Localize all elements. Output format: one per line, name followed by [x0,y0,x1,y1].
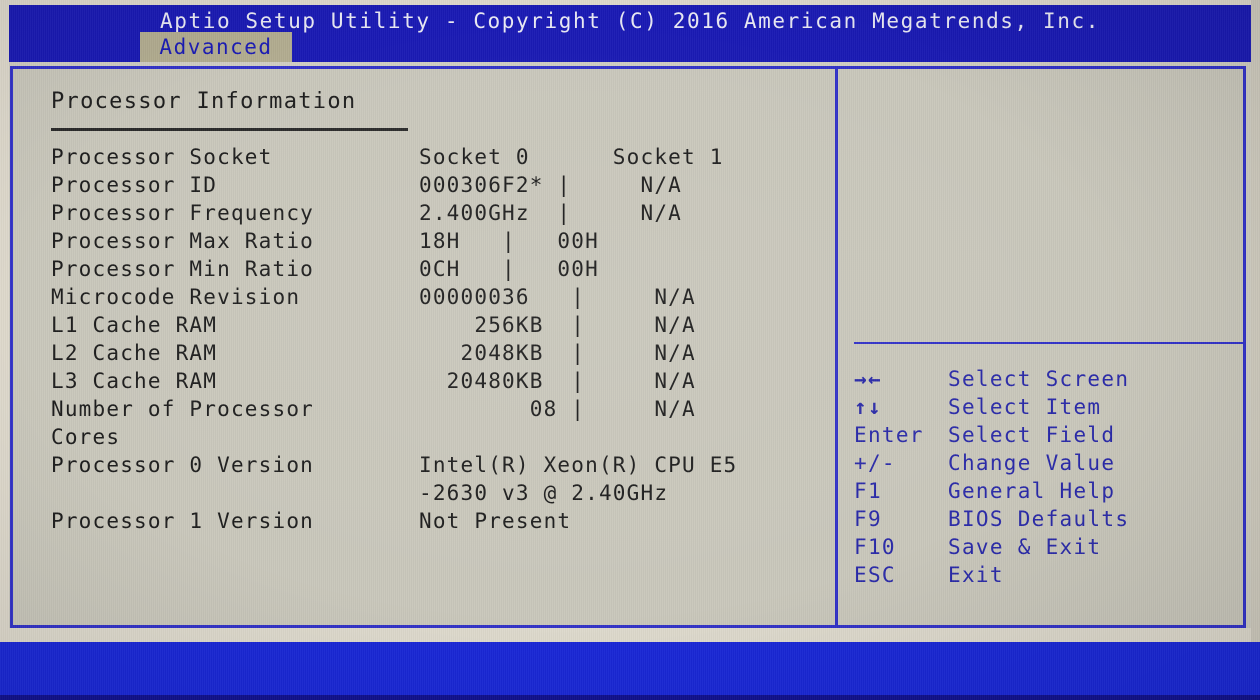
help-separator [854,342,1243,344]
footer-edge [0,695,1260,700]
left-right-arrow-icon: →← [854,367,882,391]
help-description: Select Field [948,423,1116,447]
processor-info-label: Cores [51,425,121,449]
processor-info-row: -2630 v3 @ 2.40GHz [13,479,835,507]
help-row: ↑↓ Select Item [838,393,1243,421]
processor-info-value: 20480KB | N/A [419,369,696,393]
processor-info-value: 00000036 | N/A [419,285,696,309]
help-panel: →← Select Screen ↑↓ Select Item Enter Select … [838,69,1243,625]
processor-info-label: L3 Cache RAM [51,369,218,393]
help-description: Change Value [948,451,1116,475]
processor-info-row: Processor Frequency 2.400GHz | N/A [13,199,835,227]
processor-information-panel: Processor Information Processor Socket So… [13,69,835,625]
processor-info-value: Socket 0 Socket 1 [419,145,724,169]
help-row: F1 General Help [838,477,1243,505]
help-row: F10 Save & Exit [838,533,1243,561]
processor-info-row: Cores [13,423,835,451]
processor-info-rows: Processor Socket Socket 0 Socket 1 Process… [13,143,835,535]
esc-key-icon: ESC [854,563,896,587]
processor-info-value: 256KB | N/A [419,313,696,337]
footer-bar [0,642,1260,697]
processor-info-row: Number of Processor 08 | N/A [13,395,835,423]
processor-info-row: Processor ID 000306F2* | N/A [13,171,835,199]
processor-info-row: L1 Cache RAM 256KB | N/A [13,311,835,339]
footer-gap [9,628,1251,642]
help-row: F9 BIOS Defaults [838,505,1243,533]
processor-info-row: Processor Socket Socket 0 Socket 1 [13,143,835,171]
help-row: Enter Select Field [838,421,1243,449]
processor-info-row: Processor 0 Version Intel(R) Xeon(R) CPU … [13,451,835,479]
processor-info-label: Processor Max Ratio [51,229,315,253]
screen-bezel-left [0,0,9,700]
processor-info-row: Processor 1 Version Not Present [13,507,835,535]
f9-key-icon: F9 [854,507,882,531]
processor-info-label: Processor Frequency [51,201,315,225]
processor-info-label: Processor Min Ratio [51,257,315,281]
processor-info-row: Processor Min Ratio 0CH | 00H [13,255,835,283]
processor-info-value: -2630 v3 @ 2.40GHz [419,481,669,505]
f10-key-icon: F10 [854,535,896,559]
processor-info-label: Processor 0 Version [51,453,315,477]
processor-info-value: 2048KB | N/A [419,341,696,365]
help-description: BIOS Defaults [948,507,1130,531]
window-title: Aptio Setup Utility - Copyright (C) 2016… [159,9,1101,33]
processor-info-label: L2 Cache RAM [51,341,218,365]
up-down-arrow-icon: ↑↓ [854,395,882,419]
processor-info-value: 000306F2* | N/A [419,173,683,197]
help-row: ESC Exit [838,561,1243,589]
screen-bezel-right [1251,0,1260,700]
section-underline [51,128,408,131]
processor-info-value: 0CH | 00H [419,257,599,281]
help-description: Save & Exit [948,535,1102,559]
processor-info-row: L2 Cache RAM 2048KB | N/A [13,339,835,367]
processor-info-value: 08 | N/A [419,397,696,421]
processor-info-row: Processor Max Ratio 18H | 00H [13,227,835,255]
help-description: General Help [948,479,1116,503]
help-row: +/- Change Value [838,449,1243,477]
help-description: Select Item [948,395,1102,419]
processor-info-value: Not Present [419,509,572,533]
processor-info-row: L3 Cache RAM 20480KB | N/A [13,367,835,395]
enter-key-icon: Enter [854,423,924,447]
processor-info-label: Processor ID [51,173,218,197]
plus-minus-key-icon: +/- [854,451,896,475]
processor-info-value: Intel(R) Xeon(R) CPU E5 [419,453,738,477]
bios-setup-screen: Aptio Setup Utility - Copyright (C) 2016… [0,0,1260,700]
processor-info-row: Microcode Revision 00000036 | N/A [13,283,835,311]
processor-info-label: Microcode Revision [51,285,301,309]
section-title: Processor Information [51,89,357,114]
tab-advanced[interactable]: Advanced [140,32,292,62]
f1-key-icon: F1 [854,479,882,503]
processor-info-label: Processor Socket [51,145,273,169]
content-box: Processor Information Processor Socket So… [10,66,1246,628]
help-description: Exit [948,563,1004,587]
processor-info-label: Processor 1 Version [51,509,315,533]
processor-info-value: 18H | 00H [419,229,599,253]
help-description: Select Screen [948,367,1130,391]
processor-info-value: 2.400GHz | N/A [419,201,683,225]
help-row: →← Select Screen [838,365,1243,393]
processor-info-label: L1 Cache RAM [51,313,218,337]
processor-info-label: Number of Processor [51,397,315,421]
help-key-list: →← Select Screen ↑↓ Select Item Enter Select … [838,365,1243,589]
